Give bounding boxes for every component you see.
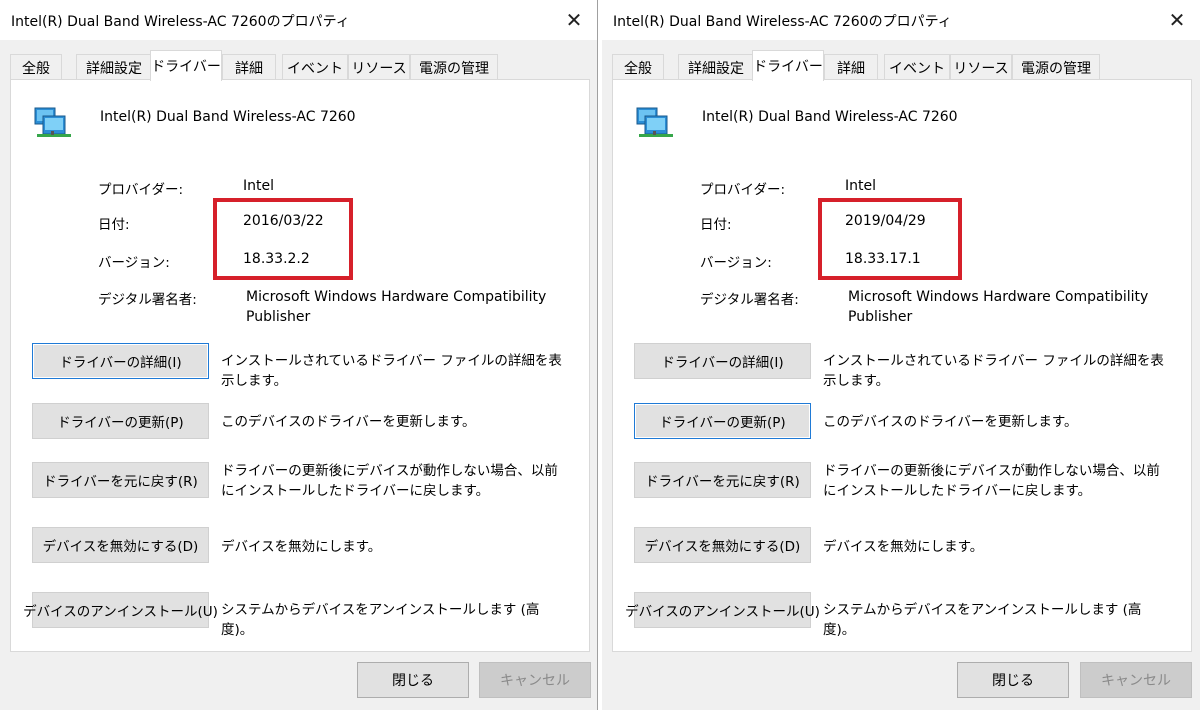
rollback-driver-button[interactable]: ドライバーを元に戻す(R)	[634, 462, 811, 498]
window-title: Intel(R) Dual Band Wireless-AC 7260のプロパテ…	[613, 14, 952, 30]
tab-advanced[interactable]: 詳細設定	[678, 54, 754, 80]
properties-dialog-new: Intel(R) Dual Band Wireless-AC 7260のプロパテ…	[602, 0, 1200, 710]
update-driver-desc: このデバイスのドライバーを更新します。	[221, 414, 476, 430]
disable-device-desc: デバイスを無効にします。	[221, 539, 382, 555]
signer-label: デジタル署名者:	[98, 292, 197, 308]
uninstall-device-desc: システムからデバイスをアンインストールします (高度)。	[221, 602, 540, 638]
signer-value: Microsoft Windows Hardware Compatibility…	[246, 289, 547, 325]
date-label: 日付:	[98, 217, 130, 233]
close-icon[interactable]: ✕	[1154, 0, 1200, 40]
cancel-button[interactable]: キャンセル	[479, 662, 591, 698]
signer-label: デジタル署名者:	[700, 292, 799, 308]
tab-resources[interactable]: リソース	[348, 54, 410, 80]
signer-value: Microsoft Windows Hardware Compatibility…	[848, 289, 1149, 325]
uninstall-device-button[interactable]: デバイスのアンインストール(U)	[23, 592, 218, 628]
driver-details-desc: インストールされているドライバー ファイルの詳細を表示します。	[221, 353, 562, 389]
properties-dialog-old: Intel(R) Dual Band Wireless-AC 7260のプロパテ…	[0, 0, 598, 710]
tab-details[interactable]: 詳細	[222, 54, 276, 80]
rollback-driver-button[interactable]: ドライバーを元に戻す(R)	[32, 462, 209, 498]
close-button[interactable]: 閉じる	[357, 662, 469, 698]
close-button[interactable]: 閉じる	[957, 662, 1069, 698]
tab-power-management[interactable]: 電源の管理	[410, 54, 498, 80]
tab-details[interactable]: 詳細	[824, 54, 878, 80]
update-driver-button[interactable]: ドライバーの更新(P)	[32, 403, 209, 439]
date-label: 日付:	[700, 217, 732, 233]
tab-driver[interactable]: ドライバー	[150, 50, 222, 81]
network-adapter-icon	[34, 107, 71, 137]
provider-value: Intel	[845, 178, 876, 194]
uninstall-device-desc: システムからデバイスをアンインストールします (高度)。	[823, 602, 1142, 638]
cancel-button[interactable]: キャンセル	[1080, 662, 1192, 698]
update-driver-desc: このデバイスのドライバーを更新します。	[823, 414, 1078, 430]
tab-events[interactable]: イベント	[282, 54, 348, 80]
rollback-driver-desc: ドライバーの更新後にデバイスが動作しない場合、以前にインストールしたドライバーに…	[823, 463, 1160, 499]
disable-device-button[interactable]: デバイスを無効にする(D)	[32, 527, 209, 563]
highlight-box	[213, 198, 353, 280]
disable-device-desc: デバイスを無効にします。	[823, 539, 984, 555]
driver-details-button[interactable]: ドライバーの詳細(I)	[32, 343, 209, 379]
tab-advanced[interactable]: 詳細設定	[76, 54, 152, 80]
provider-label: プロバイダー:	[98, 182, 184, 198]
title-bar: Intel(R) Dual Band Wireless-AC 7260のプロパテ…	[602, 0, 1200, 40]
driver-details-button[interactable]: ドライバーの詳細(I)	[634, 343, 811, 379]
rollback-driver-desc: ドライバーの更新後にデバイスが動作しない場合、以前にインストールしたドライバーに…	[221, 463, 558, 499]
device-name: Intel(R) Dual Band Wireless-AC 7260	[100, 109, 356, 125]
tab-events[interactable]: イベント	[884, 54, 950, 80]
window-title: Intel(R) Dual Band Wireless-AC 7260のプロパテ…	[11, 14, 350, 30]
close-icon[interactable]: ✕	[551, 0, 597, 40]
tab-general[interactable]: 全般	[10, 54, 62, 80]
driver-tab-panel: Intel(R) Dual Band Wireless-AC 7260 プロバイ…	[10, 79, 590, 652]
provider-label: プロバイダー:	[700, 182, 786, 198]
update-driver-button[interactable]: ドライバーの更新(P)	[634, 403, 811, 439]
driver-details-desc: インストールされているドライバー ファイルの詳細を表示します。	[823, 353, 1164, 389]
title-bar: Intel(R) Dual Band Wireless-AC 7260のプロパテ…	[0, 0, 597, 40]
uninstall-device-button[interactable]: デバイスのアンインストール(U)	[625, 592, 820, 628]
version-label: バージョン:	[98, 255, 170, 271]
driver-tab-panel: Intel(R) Dual Band Wireless-AC 7260 プロバイ…	[612, 79, 1192, 652]
network-adapter-icon	[636, 107, 673, 137]
tab-power-management[interactable]: 電源の管理	[1012, 54, 1100, 80]
highlight-box	[818, 198, 962, 280]
tab-resources[interactable]: リソース	[950, 54, 1012, 80]
tab-driver[interactable]: ドライバー	[752, 50, 824, 81]
disable-device-button[interactable]: デバイスを無効にする(D)	[634, 527, 811, 563]
version-label: バージョン:	[700, 255, 772, 271]
device-name: Intel(R) Dual Band Wireless-AC 7260	[702, 109, 958, 125]
tab-general[interactable]: 全般	[612, 54, 664, 80]
provider-value: Intel	[243, 178, 274, 194]
